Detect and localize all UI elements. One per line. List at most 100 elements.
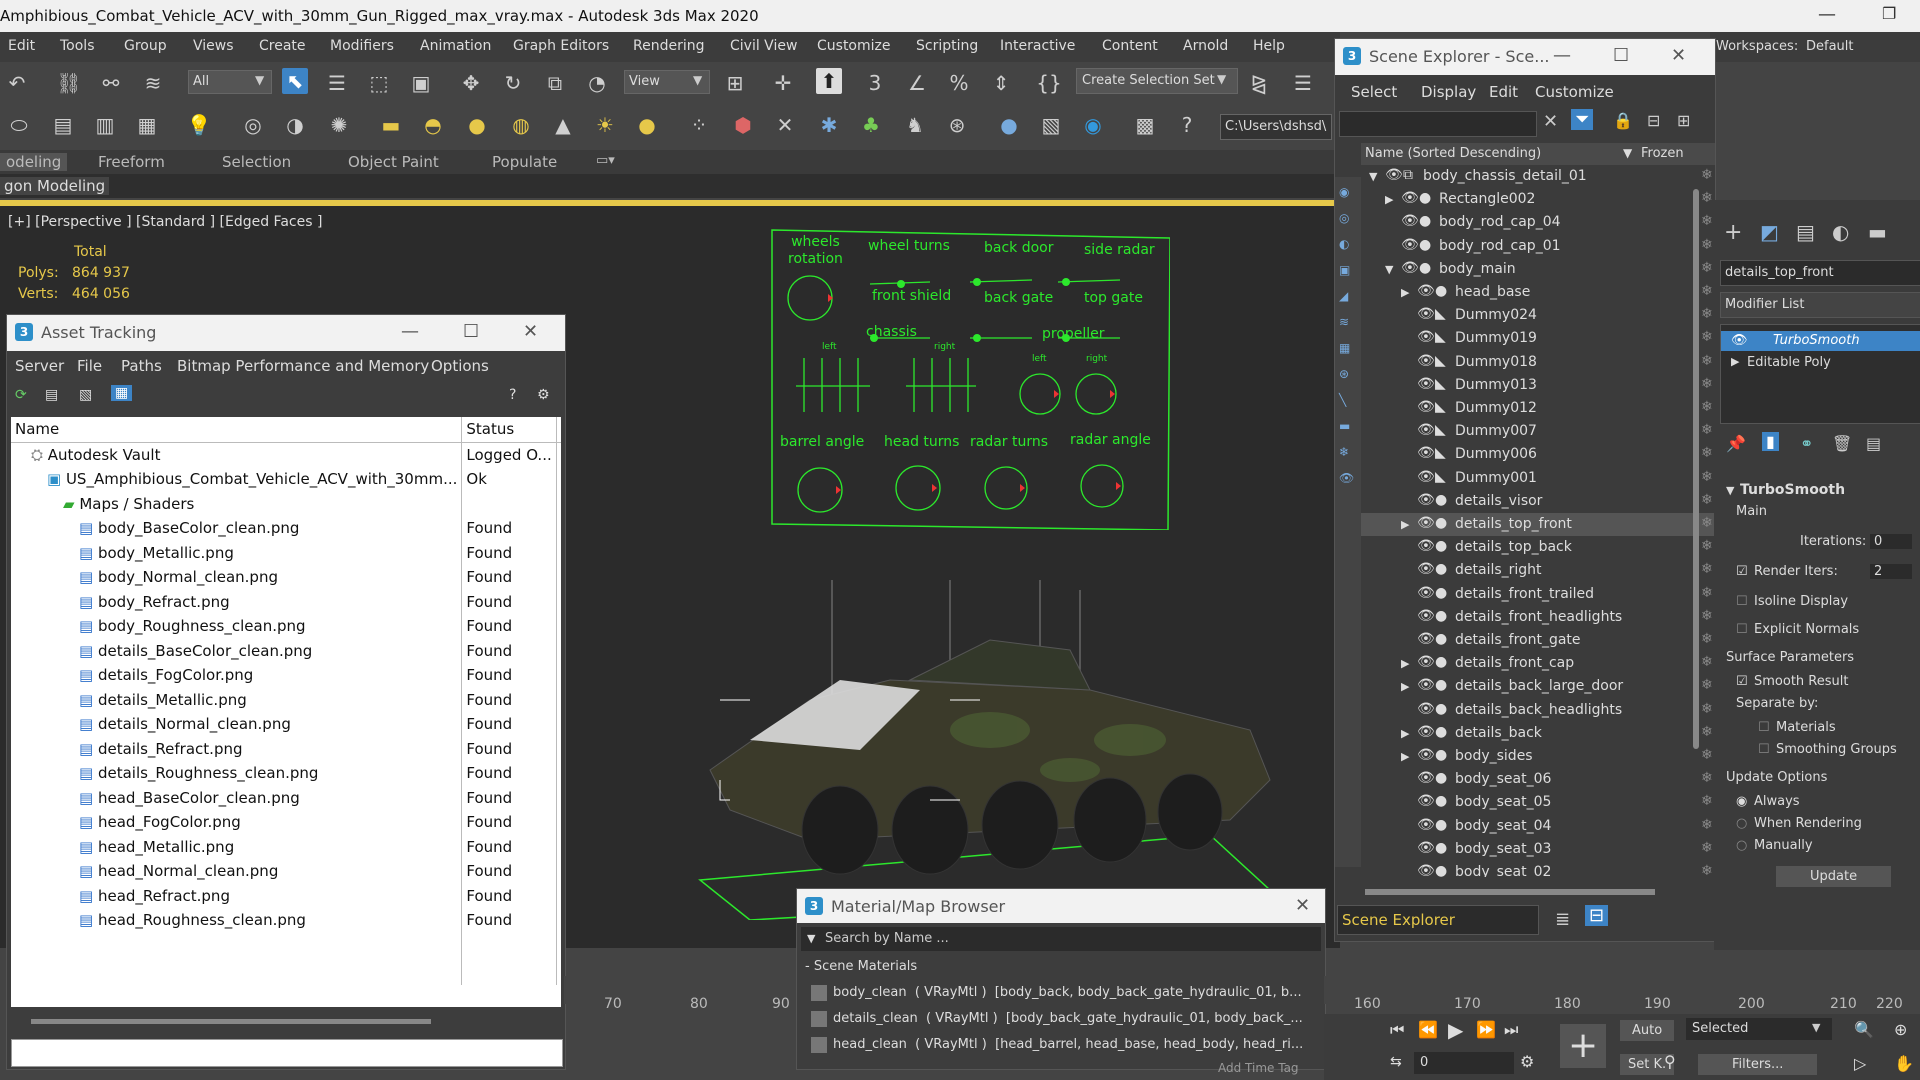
asset-row[interactable]: ▤ body_Roughness_clean.png Found — [11, 614, 561, 639]
menu-edit[interactable]: Edit — [8, 38, 35, 54]
asset-row[interactable]: ▤ head_Normal_clean.png Found — [11, 859, 561, 884]
frozen-icon[interactable]: ❄ — [1701, 654, 1713, 670]
scene-item[interactable]: 👁 ◣ Dummy018 ❄ — [1361, 351, 1715, 374]
visibility-eye-icon[interactable]: 👁 — [1417, 561, 1435, 577]
asset-row[interactable]: ▤ body_Refract.png Found — [11, 589, 561, 614]
help-icon[interactable]: ? — [1174, 112, 1200, 138]
curve-editor-icon[interactable]: ◑ — [282, 112, 308, 138]
render-icon[interactable]: ◉ — [1080, 112, 1106, 138]
asset-tracking-window[interactable]: 3 Asset Tracking — ☐ ✕ Server File Paths… — [6, 314, 566, 1070]
se-menu-edit[interactable]: Edit — [1489, 83, 1518, 101]
placement-icon[interactable]: ◔ — [584, 70, 610, 96]
frozen-icon[interactable]: ❄ — [1701, 770, 1713, 786]
asset-row[interactable]: ▤ body_Normal_clean.png Found — [11, 565, 561, 590]
move-icon[interactable]: ✥ — [458, 70, 484, 96]
visibility-eye-icon[interactable]: 👁 — [1385, 167, 1403, 183]
list-icon[interactable]: ▤ — [45, 387, 58, 403]
workspaces-select[interactable]: Default — [1806, 39, 1854, 54]
viewport-label[interactable]: [+] [Perspective ] [Standard ] [Edged Fa… — [8, 214, 322, 230]
frozen-icon[interactable]: ❄ — [1701, 492, 1713, 508]
frozen-icon[interactable]: ❄ — [1701, 677, 1713, 693]
scene-explorer-selector[interactable]: Scene Explorer — [1337, 905, 1539, 935]
visibility-eye-icon[interactable]: 👁 — [1417, 306, 1435, 322]
clear-search-icon[interactable]: ✕ — [1543, 111, 1558, 132]
timeline-left[interactable]: 70 80 90 — [564, 976, 796, 1012]
visibility-eye-icon[interactable]: 👁 — [1417, 631, 1435, 647]
scene-item[interactable]: ▶ 👁 ● details_back_large_door ❄ — [1361, 675, 1715, 698]
materials-checkbox[interactable]: ☐ — [1758, 720, 1770, 735]
scene-item[interactable]: 👁 ● body_seat_03 ❄ — [1361, 838, 1715, 861]
scene-explorer-titlebar[interactable]: 3 Scene Explorer - Sce... — ☐ ✕ — [1335, 39, 1715, 75]
scene-item[interactable]: 👁 ● details_front_gate ❄ — [1361, 629, 1715, 652]
menu-civil-view[interactable]: Civil View — [730, 38, 797, 54]
scene-search-input[interactable] — [1339, 111, 1537, 137]
visibility-eye-icon[interactable]: 👁 — [1417, 724, 1435, 740]
col-name[interactable]: Name — [11, 417, 463, 442]
ribbon-toggle-icon[interactable]: ▦ — [134, 112, 160, 138]
previous-frame-icon[interactable]: ⏪ — [1418, 1020, 1438, 1039]
se-menu-customize[interactable]: Customize — [1535, 83, 1614, 101]
scene-explorer-window[interactable]: 3 Scene Explorer - Sce... — ☐ ✕ Select D… — [1334, 38, 1716, 942]
percent-snap-icon[interactable]: % — [946, 70, 972, 96]
material-item[interactable]: head_clean ( VRayMtl ) [head_barrel, hea… — [809, 1033, 1309, 1057]
menu-content[interactable]: Content — [1102, 38, 1158, 54]
plant-icon[interactable]: ♣ — [858, 112, 884, 138]
at-menu-options[interactable]: Options — [431, 357, 489, 375]
asset-row[interactable]: ▤ head_BaseColor_clean.png Found — [11, 785, 561, 810]
visibility-eye-icon[interactable]: 👁 — [1417, 863, 1435, 877]
scene-item[interactable]: 👁 ◣ Dummy006 ❄ — [1361, 443, 1715, 466]
visibility-eye-icon[interactable]: 👁 — [1417, 399, 1435, 415]
menu-interactive[interactable]: Interactive — [1000, 38, 1075, 54]
select-by-name-icon[interactable]: ☰ — [324, 70, 350, 96]
frozen-icon[interactable]: ❄ — [1701, 283, 1713, 299]
visibility-eye-icon[interactable]: 👁 — [1417, 492, 1435, 508]
asset-row[interactable]: ▤ head_Refract.png Found — [11, 883, 561, 908]
visibility-eye-icon[interactable]: 👁 — [1401, 190, 1419, 206]
asset-row[interactable]: ▤ head_FogColor.png Found — [11, 810, 561, 835]
col-path[interactable]: Pr — [556, 417, 561, 442]
fur-icon[interactable]: ✱ — [816, 112, 842, 138]
thumbnail-icon[interactable]: ▧ — [79, 387, 92, 403]
se-menu-display[interactable]: Display — [1421, 83, 1476, 101]
play-icon[interactable]: ▶ — [1448, 1018, 1463, 1042]
visibility-eye-icon[interactable]: 👁 — [1417, 469, 1435, 485]
visibility-eye-icon[interactable]: 👁 — [1417, 793, 1435, 809]
snap-3d-icon[interactable]: 3 — [862, 70, 888, 96]
frozen-icon[interactable]: ❄ — [1701, 724, 1713, 740]
scene-item[interactable]: 👁 ● details_top_back ❄ — [1361, 536, 1715, 559]
manipulate-icon[interactable]: ✛ — [770, 70, 796, 96]
pan-icon[interactable]: ✋ — [1894, 1054, 1914, 1073]
vray-icon[interactable]: ⬢ — [730, 112, 756, 138]
key-mode-icon[interactable]: ⇆ — [1390, 1054, 1402, 1070]
render-iters-checkbox[interactable]: ☑ — [1736, 564, 1748, 579]
frozen-icon[interactable]: ❄ — [1701, 167, 1713, 183]
always-radio[interactable]: ◉ — [1736, 794, 1747, 809]
scene-item[interactable]: ▶ 👁 ● details_top_front ❄ — [1361, 513, 1715, 536]
frozen-icon[interactable]: ❄ — [1701, 515, 1713, 531]
box-icon[interactable]: ▬ — [378, 112, 404, 138]
settings-icon[interactable]: ⚙ — [537, 387, 550, 403]
scene-item[interactable]: 👁 ● details_visor ❄ — [1361, 490, 1715, 513]
select-object-icon[interactable]: ⬉ — [282, 68, 308, 94]
hierarchy-icon[interactable]: ⊟ — [1647, 111, 1660, 130]
smoothing-groups-checkbox[interactable]: ☐ — [1758, 742, 1770, 757]
visibility-eye-icon[interactable]: 👁 — [1417, 840, 1435, 856]
scene-item[interactable]: 👁 ● body_seat_04 ❄ — [1361, 815, 1715, 838]
key-tangent-icon[interactable]: ⚲ — [1664, 1052, 1676, 1071]
display-lights-icon[interactable]: ◐ — [1339, 237, 1349, 251]
set-key-icon[interactable]: + — [1560, 1024, 1607, 1068]
expand-arrow-icon[interactable]: ▶ — [1401, 750, 1409, 763]
rectangular-selection-icon[interactable]: ⬚ — [366, 70, 392, 96]
align-icon[interactable]: ☰ — [1290, 70, 1316, 96]
torus-icon[interactable]: ● — [634, 112, 660, 138]
render-iters-spinner[interactable]: 2 — [1870, 564, 1913, 579]
frozen-icon[interactable]: ❄ — [1701, 793, 1713, 809]
scene-item[interactable]: 👁 ◣ Dummy024 ❄ — [1361, 304, 1715, 327]
asset-row[interactable]: ▣ US_Amphibious_Combat_Vehicle_ACV_with_… — [11, 467, 561, 492]
menu-help[interactable]: Help — [1253, 38, 1285, 54]
scene-item[interactable]: ▶ 👁 ● details_back ❄ — [1361, 722, 1715, 745]
expand-arrow-icon[interactable]: ▶ — [1401, 680, 1409, 693]
display-groups-icon[interactable]: ▦ — [1339, 341, 1350, 355]
menu-modifiers[interactable]: Modifiers — [330, 38, 394, 54]
scene-item[interactable]: 👁 ● body_seat_02 ❄ — [1361, 861, 1715, 877]
